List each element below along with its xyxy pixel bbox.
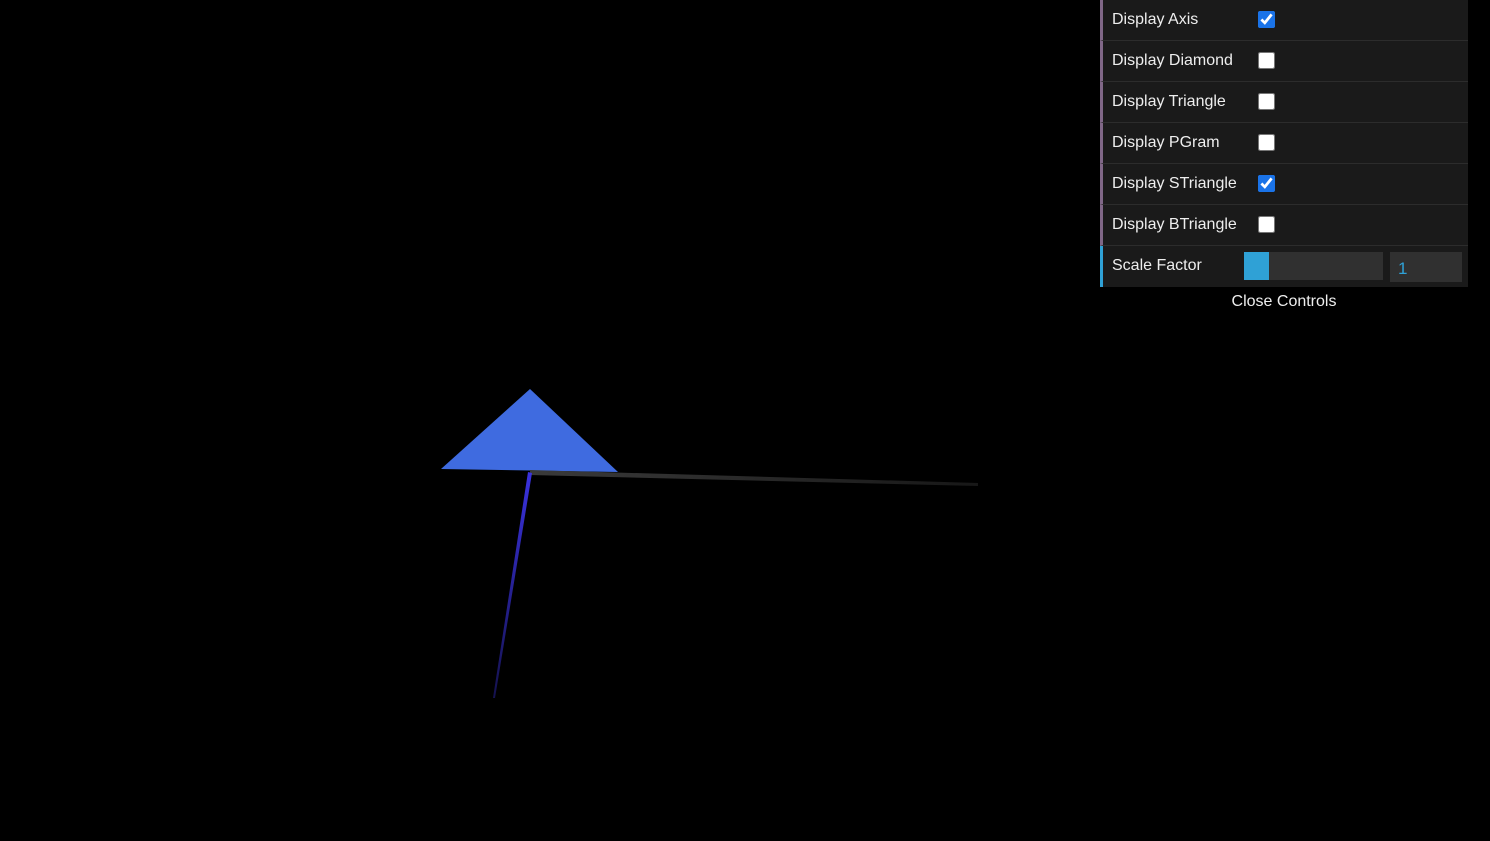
scale-factor-row: Scale Factor — [1100, 246, 1468, 287]
display-pgram-label: Display PGram — [1112, 134, 1220, 151]
display-diamond-checkbox[interactable] — [1258, 52, 1275, 69]
scale-factor-input[interactable] — [1390, 252, 1462, 282]
display-btriangle-checkbox[interactable] — [1258, 216, 1275, 233]
display-axis-label: Display Axis — [1112, 11, 1199, 28]
close-controls-button[interactable]: Close Controls — [1100, 287, 1468, 317]
z-axis-line — [493, 472, 532, 698]
display-striangle-row[interactable]: Display STriangle — [1100, 164, 1468, 205]
scale-factor-slider-fill — [1244, 252, 1270, 280]
display-btriangle-row[interactable]: Display BTriangle — [1100, 205, 1468, 246]
controls-panel: Display Axis Display Diamond Display Tri… — [1100, 0, 1468, 317]
x-axis-line — [530, 470, 978, 486]
display-triangle-checkbox[interactable] — [1258, 93, 1275, 110]
display-btriangle-label: Display BTriangle — [1112, 216, 1237, 233]
display-axis-row[interactable]: Display Axis — [1100, 0, 1468, 41]
display-triangle-label: Display Triangle — [1112, 93, 1226, 110]
scale-factor-label: Scale Factor — [1112, 257, 1202, 274]
display-pgram-row[interactable]: Display PGram — [1100, 123, 1468, 164]
display-triangle-row[interactable]: Display Triangle — [1100, 82, 1468, 123]
display-striangle-label: Display STriangle — [1112, 175, 1237, 192]
display-diamond-label: Display Diamond — [1112, 52, 1233, 69]
scale-factor-slider[interactable] — [1244, 252, 1383, 280]
display-striangle-checkbox[interactable] — [1258, 175, 1275, 192]
display-diamond-row[interactable]: Display Diamond — [1100, 41, 1468, 82]
display-axis-checkbox[interactable] — [1258, 11, 1275, 28]
display-pgram-checkbox[interactable] — [1258, 134, 1275, 151]
